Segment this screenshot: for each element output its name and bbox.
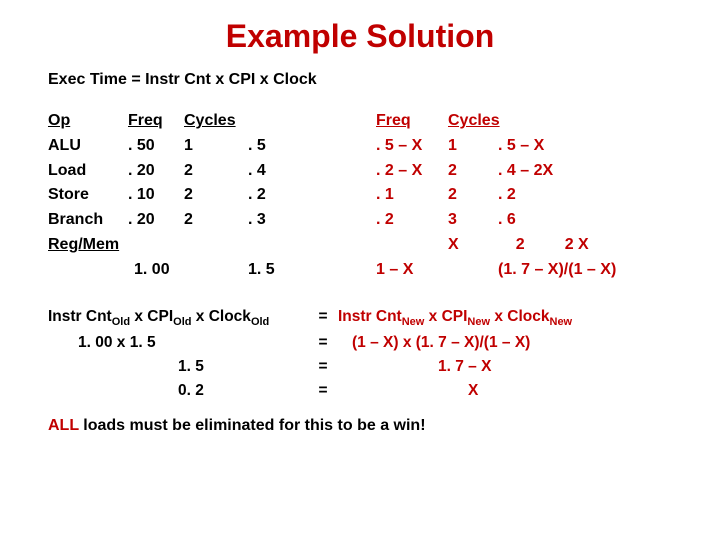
- cell-prod: . 3: [248, 208, 318, 233]
- regmem-val: 2: [516, 236, 525, 253]
- cell-freq: . 20: [128, 208, 184, 233]
- cell-cyc: 2: [184, 159, 248, 184]
- cell-cyc: 2: [184, 208, 248, 233]
- equals-sign: =: [308, 379, 338, 403]
- totals-row: 1. 00 1. 5 1 – X (1. 7 – X)/(1 – X): [48, 258, 672, 283]
- eq-l2-r: (1 – X) x (1. 7 – X)/(1 – X): [338, 331, 672, 355]
- slide-title: Example Solution: [48, 18, 672, 55]
- exec-time-formula: Exec Time = Instr Cnt x CPI x Clock: [48, 71, 672, 89]
- equals-sign: =: [308, 355, 338, 379]
- col-op: Op: [48, 109, 128, 134]
- cell-freq: . 50: [128, 134, 184, 159]
- cpi-table: Op Freq Cycles Freq Cycles ALU . 50 1 . …: [48, 109, 672, 283]
- cell-freq2: . 2 – X: [376, 159, 448, 184]
- regmem-cyc: X: [448, 233, 498, 258]
- conclusion: ALL loads must be eliminated for this to…: [48, 417, 672, 435]
- table-row: Load . 20 2 . 4 . 2 – X 2 . 4 – 2X: [48, 159, 672, 184]
- total-freq2: 1 – X: [376, 258, 448, 283]
- equals-sign: =: [308, 305, 338, 331]
- cell-freq2: . 5 – X: [376, 134, 448, 159]
- table-row: Branch . 20 2 . 3 . 2 3 . 6: [48, 208, 672, 233]
- col-prod: [248, 109, 318, 134]
- equals-sign: =: [308, 331, 338, 355]
- cell-prod2: . 5 – X: [498, 134, 672, 159]
- cell-prod: . 5: [248, 134, 318, 159]
- cell-cyc: 2: [184, 183, 248, 208]
- cell-prod: . 2: [248, 183, 318, 208]
- total-prod: 1. 5: [248, 258, 318, 283]
- conclusion-emph: ALL: [48, 417, 79, 434]
- cell-cyc2: 1: [448, 134, 498, 159]
- regmem-prod: 2 2 X: [498, 233, 672, 258]
- cell-prod2: . 4 – 2X: [498, 159, 672, 184]
- eq-lhs: Instr CntOld x CPIOld x ClockOld: [48, 305, 308, 331]
- cell-cyc2: 2: [448, 183, 498, 208]
- cell-freq2: . 2: [376, 208, 448, 233]
- table-row: Store . 10 2 . 2 . 1 2 . 2: [48, 183, 672, 208]
- cell-op: ALU: [48, 134, 128, 159]
- cell-prod2: . 6: [498, 208, 672, 233]
- eq-l2-l: 1. 00 x 1. 5: [48, 331, 308, 355]
- cell-freq2: . 1: [376, 183, 448, 208]
- eq-l4-r: X: [338, 379, 672, 403]
- table-row: ALU . 50 1 . 5 . 5 – X 1 . 5 – X: [48, 134, 672, 159]
- cell-prod2: . 2: [498, 183, 672, 208]
- eq-l3-r: 1. 7 – X: [338, 355, 672, 379]
- cell-freq: . 20: [128, 159, 184, 184]
- col-cycles: Cycles: [184, 109, 248, 134]
- cell-freq: . 10: [128, 183, 184, 208]
- cell-cyc: 1: [184, 134, 248, 159]
- total-freq: 1. 00: [128, 258, 184, 283]
- regmem-label: Reg/Mem: [48, 233, 128, 258]
- regmem-extra: 2 X: [565, 236, 589, 253]
- cell-op: Store: [48, 183, 128, 208]
- total-prod2: (1. 7 – X)/(1 – X): [498, 258, 672, 283]
- conclusion-text: loads must be eliminated for this to be …: [79, 417, 426, 434]
- cell-op: Branch: [48, 208, 128, 233]
- col-cycles-new: Cycles: [448, 109, 498, 134]
- equation-block: Instr CntOld x CPIOld x ClockOld = Instr…: [48, 305, 672, 403]
- regmem-row: Reg/Mem X 2 2 X: [48, 233, 672, 258]
- cell-prod: . 4: [248, 159, 318, 184]
- eq-l3-l: 1. 5: [48, 355, 308, 379]
- col-freq-new: Freq: [376, 109, 448, 134]
- cell-op: Load: [48, 159, 128, 184]
- col-freq: Freq: [128, 109, 184, 134]
- eq-rhs: Instr CntNew x CPINew x ClockNew: [338, 305, 672, 331]
- cell-cyc2: 3: [448, 208, 498, 233]
- eq-l4-l: 0. 2: [48, 379, 308, 403]
- cell-cyc2: 2: [448, 159, 498, 184]
